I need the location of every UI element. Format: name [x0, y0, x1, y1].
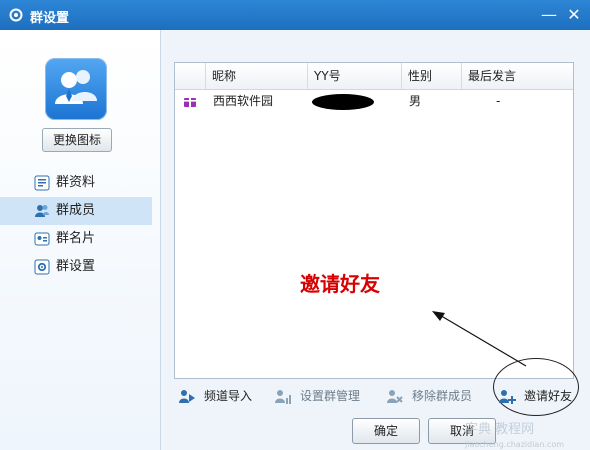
- sidebar-item-group-members[interactable]: 群成员: [0, 197, 152, 225]
- group-members-icon: [35, 205, 49, 217]
- group-settings-window: 群设置 — ✕ 更换图标 群资料 群成员 群名片 群设置 昵称 YY号 性别 最…: [0, 0, 590, 450]
- window-title: 群设置: [30, 11, 70, 26]
- table-header: 昵称 YY号 性别 最后发言: [175, 63, 573, 90]
- confirm-button[interactable]: 确定: [352, 418, 420, 444]
- group-info-icon: [34, 175, 50, 191]
- member-gender: 男: [409, 94, 422, 108]
- column-header-yy-number[interactable]: YY号: [307, 63, 401, 89]
- channel-import-button[interactable]: 频道导入: [178, 386, 268, 406]
- invite-friend-button[interactable]: 邀请好友: [498, 386, 578, 406]
- redaction-mark: [312, 94, 374, 110]
- channel-import-label: 频道导入: [204, 389, 253, 403]
- watermark-url: jiaocheng.chazidian.com: [465, 440, 565, 449]
- annotation-arrow: [432, 311, 527, 367]
- column-header-nickname[interactable]: 昵称: [205, 63, 307, 89]
- sidebar-item-group-card[interactable]: 群名片: [0, 225, 152, 253]
- invite-friend-icon: [499, 390, 516, 404]
- remove-member-label: 移除群成员: [412, 389, 473, 403]
- channel-import-icon: [179, 390, 195, 403]
- main-panel: 昵称 YY号 性别 最后发言 西西软件园 男 - 邀请好友 频道导入 设置群管理…: [160, 30, 590, 450]
- watermark: 字典 教程网: [465, 422, 535, 437]
- sidebar-item-label: 群成员: [56, 203, 96, 218]
- set-admin-button[interactable]: 设置群管理: [274, 386, 374, 406]
- member-last-speak: -: [496, 94, 501, 108]
- remove-member-icon: [387, 390, 403, 403]
- remove-member-button[interactable]: 移除群成员: [386, 386, 486, 406]
- sidebar-item-label: 群名片: [56, 231, 96, 246]
- title-bar[interactable]: 群设置 — ✕: [0, 0, 590, 30]
- column-header-gender[interactable]: 性别: [401, 63, 461, 89]
- table-row[interactable]: 西西软件园 男 -: [175, 90, 573, 112]
- close-button[interactable]: ✕: [565, 6, 583, 24]
- sidebar-item-group-info[interactable]: 群资料: [0, 169, 152, 197]
- group-card-icon: [34, 232, 50, 246]
- group-people-icon: [55, 70, 97, 104]
- sidebar-item-group-settings[interactable]: 群设置: [0, 253, 152, 281]
- annotation-invite-text: 邀请好友: [300, 272, 380, 296]
- owner-crown-icon: [184, 95, 196, 107]
- sidebar-item-label: 群资料: [56, 175, 96, 190]
- member-nickname: 西西软件园: [213, 94, 274, 108]
- change-icon-button[interactable]: 更换图标: [42, 128, 112, 152]
- set-admin-icon: [275, 390, 291, 404]
- invite-friend-label: 邀请好友: [524, 389, 573, 403]
- group-settings-icon: [34, 259, 50, 275]
- minimize-button[interactable]: —: [540, 6, 558, 24]
- column-header-last-speak[interactable]: 最后发言: [461, 63, 573, 89]
- set-admin-label: 设置群管理: [300, 389, 361, 403]
- gear-icon: [9, 8, 23, 22]
- group-avatar: [45, 58, 107, 120]
- sidebar: 更换图标 群资料 群成员 群名片 群设置: [0, 30, 161, 450]
- sidebar-item-label: 群设置: [56, 259, 96, 274]
